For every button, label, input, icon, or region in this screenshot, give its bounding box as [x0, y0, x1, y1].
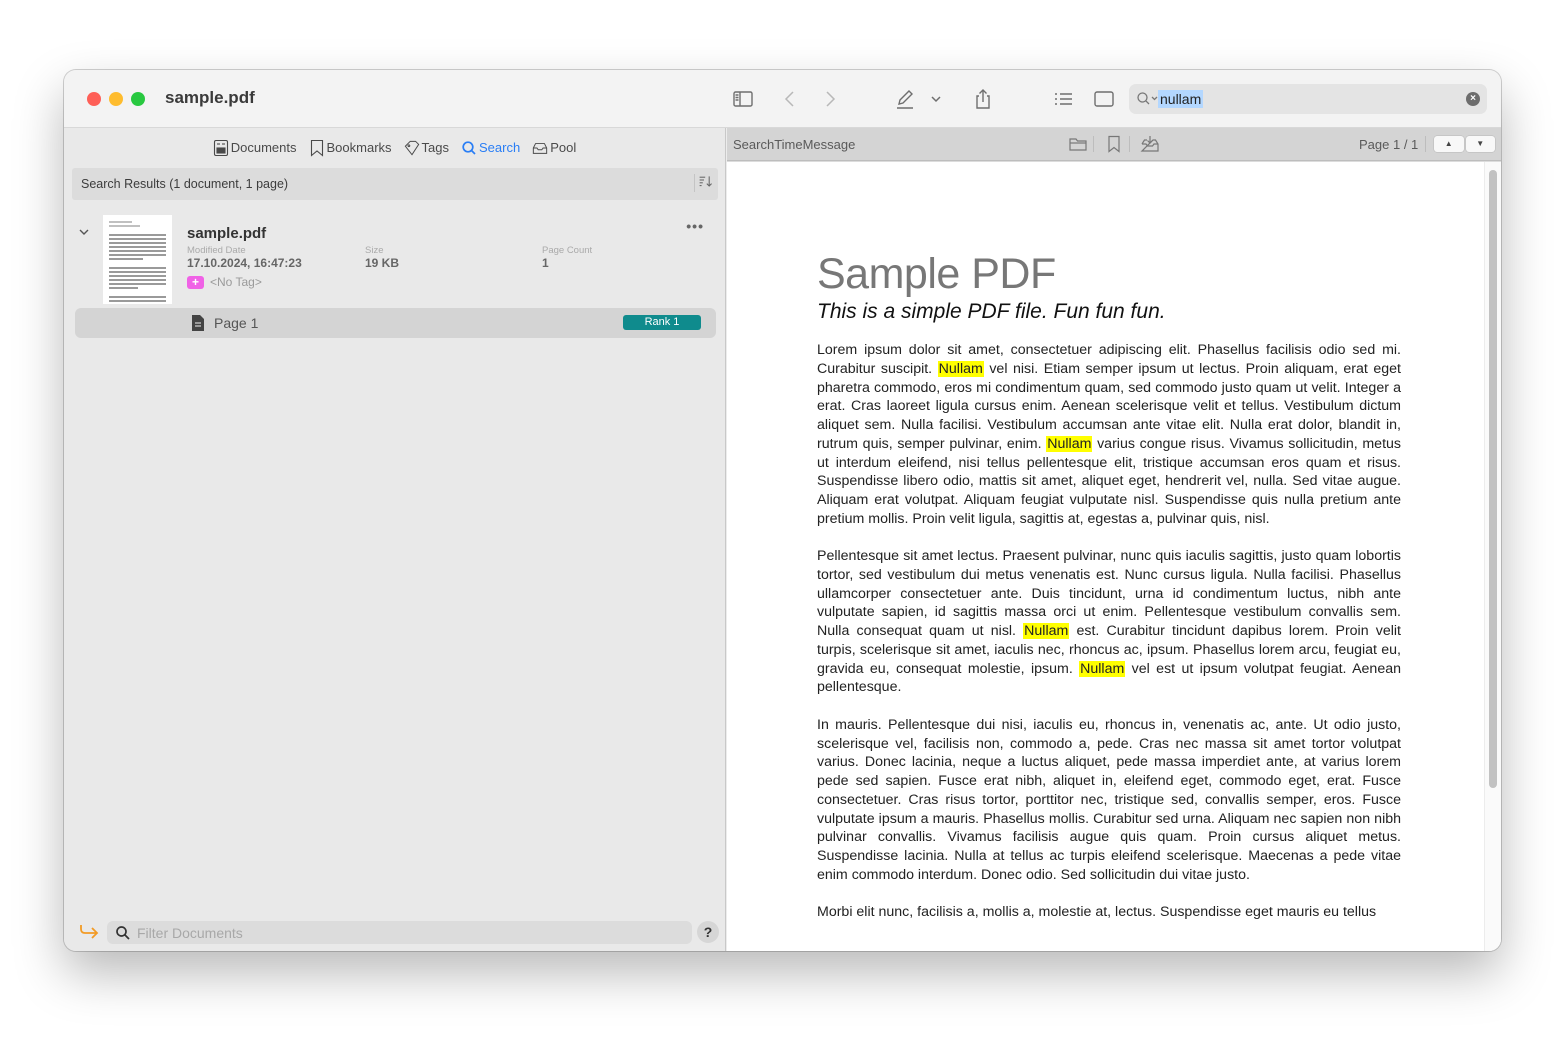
- search-highlight: Nullam: [1046, 435, 1093, 452]
- sidebar-icon: [733, 91, 753, 107]
- return-arrow-icon[interactable]: [78, 922, 100, 942]
- pdf-subtitle: This is a simple PDF file. Fun fun fun.: [817, 300, 1166, 323]
- bookmark-icon: [310, 139, 323, 157]
- search-icon: [1137, 92, 1158, 105]
- plus-icon: +: [191, 275, 199, 289]
- pdf-title: Sample PDF: [817, 250, 1056, 298]
- share-button[interactable]: [971, 87, 995, 111]
- documents-icon: [213, 139, 228, 156]
- display-mode-button[interactable]: [1092, 87, 1116, 111]
- tab-bookmarks-label: Bookmarks: [326, 140, 392, 155]
- clear-icon: ×: [1470, 93, 1476, 104]
- tab-documents-label: Documents: [230, 140, 297, 155]
- toolbar-search-field[interactable]: nullam ×: [1129, 84, 1487, 114]
- search-highlight: Nullam: [1023, 623, 1070, 640]
- tag-icon: [404, 140, 419, 156]
- pdf-paragraph: Lorem ipsum dolor sit amet, consectetuer…: [817, 341, 1401, 529]
- tab-tags-label: Tags: [421, 140, 449, 155]
- status-message: SearchTimeMessage: [733, 137, 856, 152]
- modified-date-label: Modified Date: [187, 245, 246, 256]
- search-result-document[interactable]: sample.pdf Modified Date 17.10.2024, 16:…: [72, 214, 718, 306]
- pencil-icon: [897, 90, 913, 109]
- document-icon: [192, 315, 204, 331]
- search-highlight: Nullam: [937, 360, 984, 377]
- more-options-button[interactable]: •••: [686, 218, 704, 234]
- window-title: sample.pdf: [165, 88, 255, 107]
- filter-placeholder: Filter Documents: [137, 925, 243, 941]
- tray-icon: [533, 142, 548, 154]
- tab-pool-label: Pool: [550, 140, 577, 155]
- sidebar-tabs: Documents Bookmarks Tags Search Pool: [64, 128, 725, 167]
- page-count-label: Page Count: [542, 245, 593, 256]
- tag-label: <No Tag>: [210, 275, 262, 289]
- tab-bookmarks[interactable]: Bookmarks: [309, 139, 392, 157]
- search-results-header: Search Results (1 document, 1 page): [72, 168, 718, 200]
- outline-button[interactable]: [1051, 87, 1075, 111]
- page-label: Page 1: [214, 315, 259, 331]
- search-icon: [462, 140, 476, 155]
- vertical-scrollbar[interactable]: [1484, 162, 1501, 951]
- bookmark-icon[interactable]: [1104, 135, 1124, 153]
- search-result-page[interactable]: Page 1 Rank 1: [75, 308, 716, 338]
- next-result-button[interactable]: ▼: [1465, 136, 1495, 152]
- sidebar: Documents Bookmarks Tags Search Pool Sea…: [64, 128, 726, 951]
- viewer-toolbar: SearchTimeMessage Page 1 / 1 ▲ ▼: [727, 128, 1501, 161]
- pdf-text: Morbi elit nunc, facilisis a, mollis a, …: [817, 904, 1377, 921]
- chevron-down-icon[interactable]: [78, 226, 90, 238]
- sidebar-toggle-button[interactable]: [731, 87, 755, 111]
- size-label: Size: [365, 245, 384, 256]
- tab-pool[interactable]: Pool: [532, 139, 576, 157]
- rank-badge: Rank 1: [623, 315, 701, 330]
- forward-icon: [826, 91, 836, 107]
- annotate-button[interactable]: [893, 87, 917, 111]
- search-result-stepper: ▲ ▼: [1434, 136, 1495, 152]
- tab-documents[interactable]: Documents: [213, 139, 297, 157]
- scrollbar-thumb[interactable]: [1489, 170, 1497, 788]
- tab-search[interactable]: Search: [461, 139, 520, 157]
- search-highlight: Nullam: [1079, 660, 1126, 677]
- square-icon: [1094, 91, 1114, 107]
- close-window-button[interactable]: [87, 92, 101, 106]
- download-tray-icon[interactable]: [1140, 135, 1160, 153]
- app-window: sample.pdf nullam × Documents Bookmarks …: [64, 70, 1501, 951]
- page-indicator: Page 1 / 1: [1359, 137, 1419, 152]
- search-query-text[interactable]: nullam: [1158, 90, 1204, 108]
- forward-button[interactable]: [818, 87, 842, 111]
- back-button[interactable]: [778, 87, 802, 111]
- filter-documents-input[interactable]: Filter Documents: [107, 921, 692, 944]
- share-icon: [976, 89, 990, 109]
- annotate-menu-button[interactable]: [929, 87, 943, 111]
- add-tag-button[interactable]: +: [187, 276, 204, 289]
- zoom-window-button[interactable]: [131, 92, 145, 106]
- pdf-page-view[interactable]: Sample PDF This is a simple PDF file. Fu…: [727, 162, 1501, 951]
- previous-result-button[interactable]: ▲: [1434, 136, 1464, 152]
- pdf-body: Lorem ipsum dolor sit amet, consectetuer…: [817, 341, 1401, 922]
- tab-tags[interactable]: Tags: [404, 139, 449, 157]
- document-name: sample.pdf: [187, 225, 267, 242]
- back-icon: [784, 91, 794, 107]
- pdf-text: In mauris. Pellentesque dui nisi, iaculi…: [817, 716, 1401, 883]
- modified-date-value: 17.10.2024, 16:47:23: [187, 256, 302, 270]
- chevron-down-icon: [931, 96, 941, 103]
- folder-icon[interactable]: [1068, 135, 1088, 153]
- sort-icon: [699, 176, 712, 187]
- titlebar: sample.pdf nullam ×: [64, 70, 1501, 128]
- search-icon: [116, 926, 130, 940]
- document-thumbnail[interactable]: [103, 215, 172, 304]
- size-value: 19 KB: [365, 256, 400, 270]
- sort-button[interactable]: [694, 174, 714, 192]
- page-count-value: 1: [542, 256, 549, 270]
- help-button[interactable]: ?: [697, 921, 719, 943]
- pdf-viewer: SearchTimeMessage Page 1 / 1 ▲ ▼ Sample …: [727, 128, 1501, 951]
- pdf-paragraph: In mauris. Pellentesque dui nisi, iaculi…: [817, 716, 1401, 885]
- clear-search-button[interactable]: ×: [1466, 92, 1480, 106]
- list-icon: [1055, 93, 1072, 105]
- pdf-page: Sample PDF This is a simple PDF file. Fu…: [817, 250, 1401, 922]
- search-results-summary: Search Results (1 document, 1 page): [81, 177, 289, 191]
- tab-search-label: Search: [479, 140, 521, 155]
- minimize-window-button[interactable]: [109, 92, 123, 106]
- pdf-paragraph: Morbi elit nunc, facilisis a, mollis a, …: [817, 903, 1401, 922]
- pdf-paragraph: Pellentesque sit amet lectus. Praesent p…: [817, 547, 1401, 697]
- filter-bar: Filter Documents ?: [64, 918, 725, 948]
